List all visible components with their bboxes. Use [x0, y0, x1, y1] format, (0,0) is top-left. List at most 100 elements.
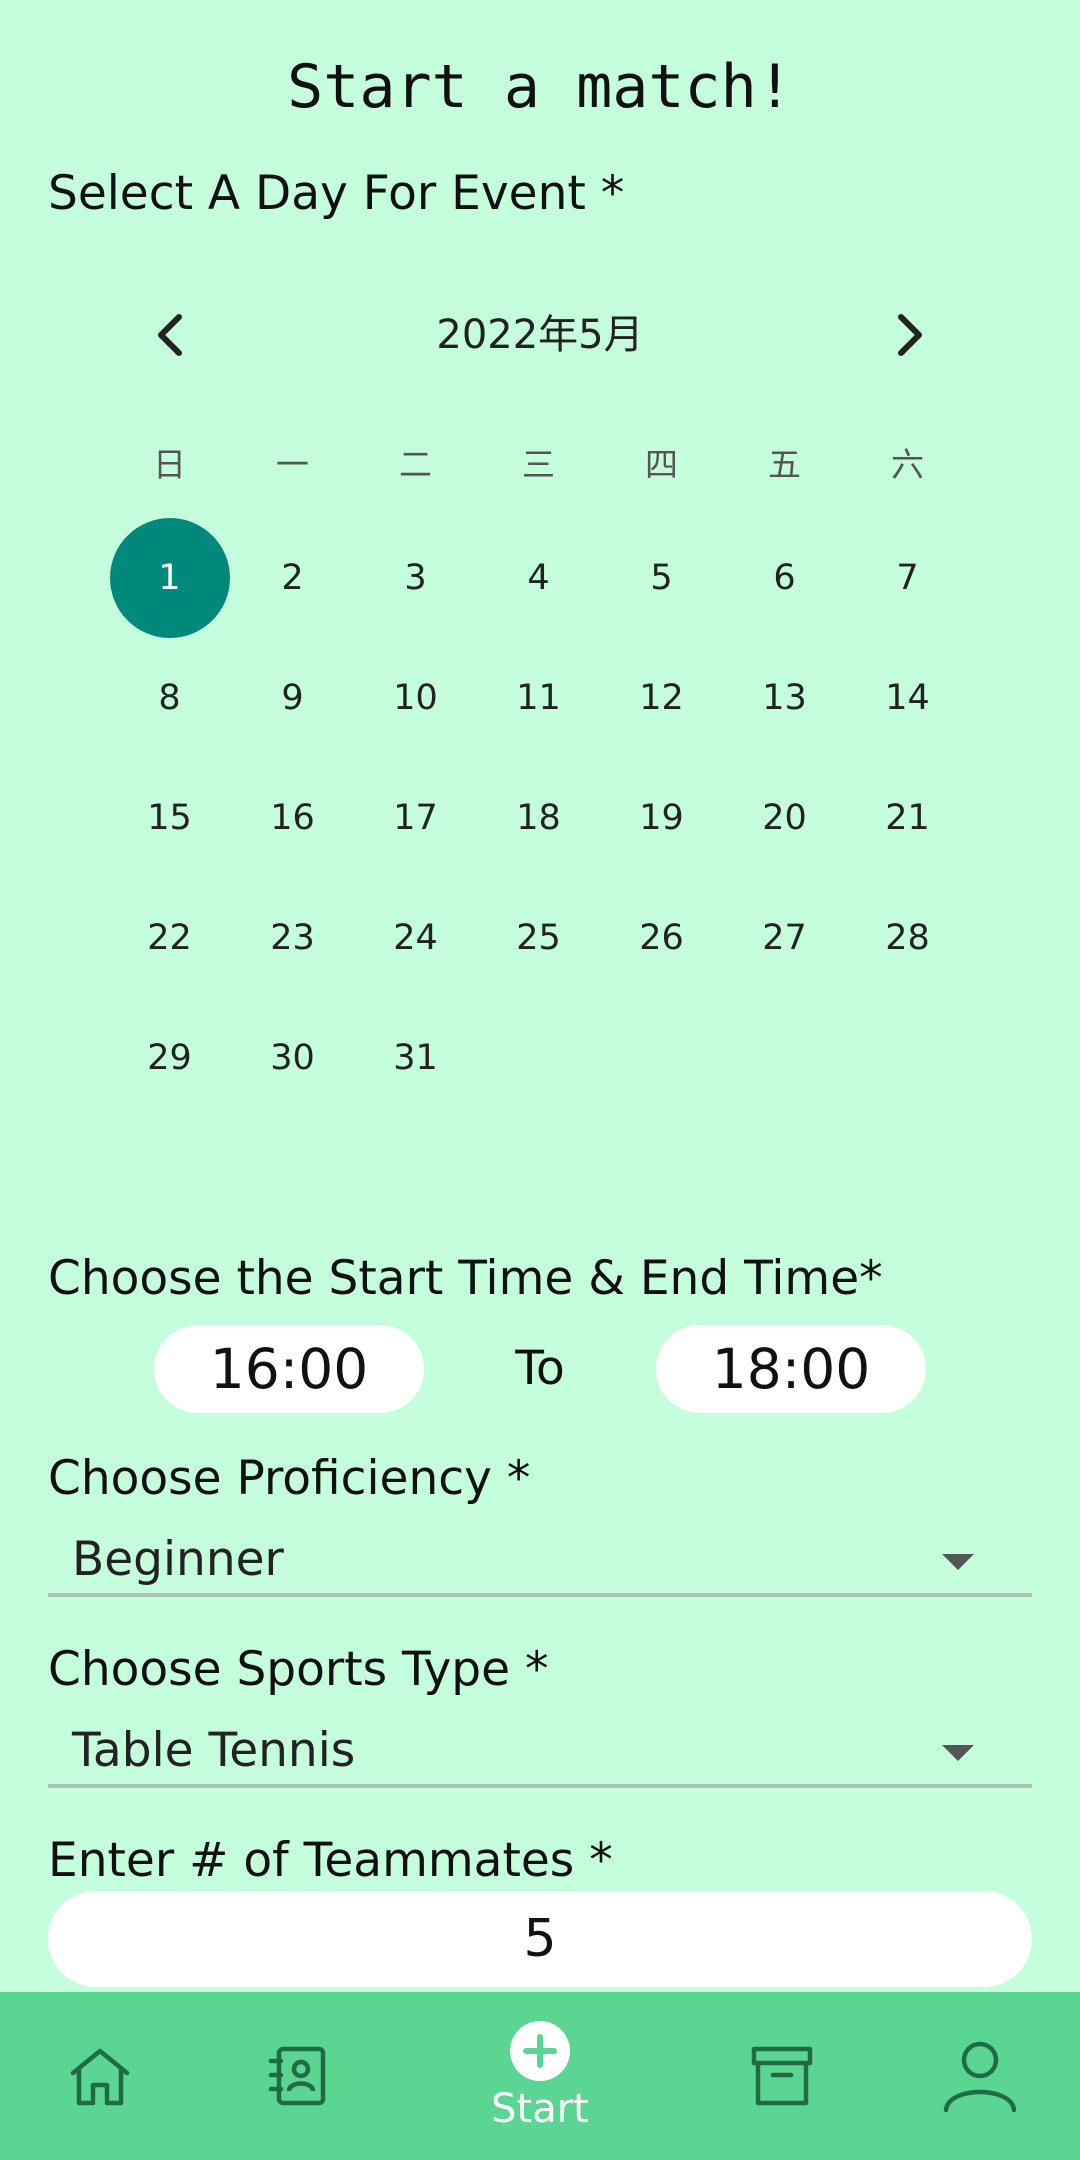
calendar-day-number: 24	[393, 918, 438, 958]
bottom-navigation: Start	[0, 1992, 1080, 2160]
weekday-label: 日	[153, 445, 186, 484]
teammates-input[interactable]: 5	[48, 1891, 1032, 1987]
day-select-label: Select A Day For Event *	[48, 166, 625, 221]
teammates-label: Enter # of Teammates *	[48, 1833, 613, 1888]
nav-start-label: Start	[491, 2086, 589, 2132]
calendar-day[interactable]: 26	[600, 878, 723, 998]
calendar-day[interactable]: 19	[600, 758, 723, 878]
calendar-day[interactable]: 30	[231, 998, 354, 1118]
calendar-day[interactable]: 28	[846, 878, 969, 998]
dropdown-arrow-icon	[942, 1745, 974, 1761]
calendar-day-number: 9	[281, 678, 304, 718]
calendar-day[interactable]: 11	[477, 638, 600, 758]
nav-profile[interactable]	[910, 1992, 1050, 2160]
home-icon	[70, 2048, 130, 2106]
sports-type-value: Table Tennis	[72, 1723, 356, 1778]
calendar-day[interactable]: 9	[231, 638, 354, 758]
calendar-day-number: 3	[404, 558, 427, 598]
calendar-day[interactable]: 1	[108, 518, 231, 638]
calendar-day-number: 26	[639, 918, 684, 958]
calendar-day-number: 23	[270, 918, 315, 958]
calendar-day-number: 14	[885, 678, 930, 718]
calendar-day-number: 7	[896, 558, 919, 598]
calendar-day[interactable]: 10	[354, 638, 477, 758]
nav-archive[interactable]	[712, 1992, 852, 2160]
calendar-day[interactable]: 29	[108, 998, 231, 1118]
calendar-day[interactable]: 15	[108, 758, 231, 878]
add-icon	[510, 2021, 570, 2081]
time-label: Choose the Start Time & End Time*	[48, 1251, 883, 1306]
calendar-day[interactable]: 16	[231, 758, 354, 878]
calendar-day[interactable]: 17	[354, 758, 477, 878]
calendar-day[interactable]: 6	[723, 518, 846, 638]
calendar-day-number: 27	[762, 918, 807, 958]
next-month-button[interactable]	[880, 295, 940, 375]
sports-type-label: Choose Sports Type *	[48, 1642, 549, 1697]
calendar-day-number: 22	[147, 918, 192, 958]
archive-icon	[751, 2046, 813, 2106]
time-range-row: 16:00 To 18:00	[0, 1325, 1080, 1413]
calendar-day[interactable]: 2	[231, 518, 354, 638]
calendar-day[interactable]: 31	[354, 998, 477, 1118]
calendar-day-number: 6	[773, 558, 796, 598]
calendar-day[interactable]: 7	[846, 518, 969, 638]
end-time-picker[interactable]: 18:00	[656, 1325, 926, 1413]
calendar-day[interactable]: 24	[354, 878, 477, 998]
calendar-day[interactable]: 5	[600, 518, 723, 638]
proficiency-value: Beginner	[72, 1532, 284, 1587]
calendar-day-number: 28	[885, 918, 930, 958]
calendar-day[interactable]: 8	[108, 638, 231, 758]
calendar-day-number: 15	[147, 798, 192, 838]
calendar-day[interactable]: 22	[108, 878, 231, 998]
page-title: Start a match!	[287, 52, 793, 122]
calendar-day-number: 31	[393, 1038, 438, 1078]
weekday-row: 日 一 二 三 四 五 六	[108, 435, 969, 495]
profile-icon	[943, 2041, 1017, 2113]
weekday-label: 一	[276, 445, 309, 484]
calendar-day-number: 12	[639, 678, 684, 718]
proficiency-dropdown[interactable]: Beginner	[48, 1527, 1032, 1597]
calendar-day[interactable]: 13	[723, 638, 846, 758]
calendar-day-number: 16	[270, 798, 315, 838]
calendar-day[interactable]: 20	[723, 758, 846, 878]
calendar-day[interactable]: 21	[846, 758, 969, 878]
weekday-label: 六	[891, 445, 924, 484]
calendar-day[interactable]: 12	[600, 638, 723, 758]
calendar-day-number: 19	[639, 798, 684, 838]
calendar-day-number: 4	[527, 558, 550, 598]
calendar-day-number: 2	[281, 558, 304, 598]
calendar-day-number: 5	[650, 558, 673, 598]
calendar-day[interactable]: 18	[477, 758, 600, 878]
calendar-header: 2022年5月	[140, 295, 940, 375]
nav-home[interactable]	[30, 1992, 170, 2160]
calendar-day[interactable]: 3	[354, 518, 477, 638]
weekday-label: 二	[399, 445, 432, 484]
sports-type-dropdown[interactable]: Table Tennis	[48, 1718, 1032, 1788]
calendar-day-number: 1	[109, 518, 230, 638]
calendar-day-number: 8	[158, 678, 181, 718]
calendar-grid: 1 2 3 4 5 6 7 8 9 10 11 12 13 14 15 16 17 18 19 20 21 22 23 24 2…	[108, 518, 969, 1118]
calendar-month-label: 2022年5月	[436, 312, 644, 358]
calendar-day-number: 29	[147, 1038, 192, 1078]
calendar-day-number: 11	[516, 678, 561, 718]
contacts-icon	[268, 2046, 326, 2106]
nav-contacts[interactable]	[228, 1992, 368, 2160]
calendar-day-number: 21	[885, 798, 930, 838]
calendar-day[interactable]: 25	[477, 878, 600, 998]
start-time-picker[interactable]: 16:00	[154, 1325, 424, 1413]
proficiency-label: Choose Proficiency *	[48, 1451, 531, 1506]
nav-start[interactable]: Start	[470, 1992, 610, 2160]
calendar-day-number: 17	[393, 798, 438, 838]
time-separator: To	[515, 1341, 565, 1396]
calendar-day[interactable]: 27	[723, 878, 846, 998]
calendar-day-number: 25	[516, 918, 561, 958]
calendar-day-number: 10	[393, 678, 438, 718]
calendar-day[interactable]: 14	[846, 638, 969, 758]
calendar-day[interactable]: 23	[231, 878, 354, 998]
calendar-day-number: 20	[762, 798, 807, 838]
weekday-label: 五	[768, 445, 801, 484]
chevron-right-icon	[898, 314, 922, 356]
calendar-day[interactable]: 4	[477, 518, 600, 638]
calendar-day-number: 30	[270, 1038, 315, 1078]
weekday-label: 四	[645, 445, 678, 484]
